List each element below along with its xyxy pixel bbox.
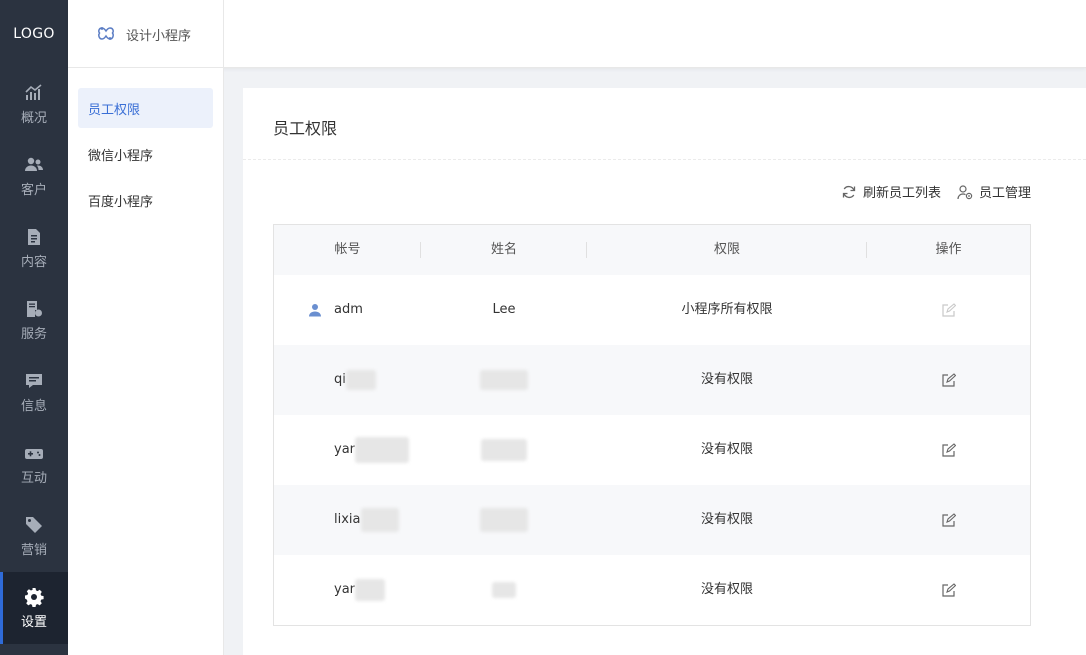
- edit-icon[interactable]: [941, 442, 956, 457]
- permission-cell: 没有权限: [700, 372, 753, 387]
- redacted-text: [355, 436, 410, 463]
- account-cell: qi: [334, 372, 346, 387]
- edit-icon[interactable]: [941, 512, 956, 527]
- nav-label: 概况: [20, 110, 47, 126]
- permission-cell: 小程序所有权限: [681, 302, 773, 317]
- table-row: yar 没有权限: [274, 415, 1030, 485]
- nav-item-customers[interactable]: 客户: [0, 140, 68, 212]
- gear-icon: [25, 587, 44, 607]
- toolbar: 刷新员工列表 员工管理: [841, 182, 1031, 201]
- tag-icon: [26, 516, 42, 533]
- miniprogram-icon: [98, 27, 114, 40]
- refresh-label: 刷新员工列表: [862, 186, 941, 201]
- permission-cell: 没有权限: [700, 582, 753, 597]
- column-header-account: 帐号: [274, 225, 421, 275]
- gamepad-icon: [25, 448, 43, 459]
- subnav-item-staff-permission[interactable]: 员工权限: [78, 88, 213, 128]
- redacted-text: [355, 578, 386, 601]
- chart-trend-icon: [25, 83, 42, 100]
- nav-item-overview[interactable]: 概况: [0, 68, 68, 140]
- account-cell: yar: [334, 582, 356, 597]
- column-header-permission: 权限: [587, 225, 867, 275]
- app-title: 设计小程序: [126, 28, 192, 44]
- service-icon: [27, 300, 42, 317]
- users-icon: [25, 157, 43, 171]
- nav-label: 信息: [20, 398, 47, 414]
- sub-sidebar: 员工权限 微信小程序 百度小程序: [68, 68, 224, 655]
- edit-icon[interactable]: [941, 372, 956, 387]
- page-title: 员工权限: [273, 119, 338, 138]
- message-icon: [26, 373, 42, 388]
- nav-item-content[interactable]: 内容: [0, 212, 68, 284]
- staff-table: 帐号 姓名 权限 操作 adm Lee 小程序所有权限 qi 没有权限 yar …: [273, 224, 1031, 626]
- table-row: adm Lee 小程序所有权限: [274, 275, 1030, 345]
- account-cell: lixia: [334, 512, 361, 527]
- user-settings-icon: [957, 184, 973, 199]
- logo: LOGO: [13, 26, 55, 42]
- table-row: lixia 没有权限: [274, 485, 1030, 555]
- manage-label: 员工管理: [978, 186, 1031, 201]
- nav-item-marketing[interactable]: 营销: [0, 500, 68, 572]
- table-row: yar 没有权限: [274, 555, 1030, 625]
- permission-cell: 没有权限: [700, 512, 753, 527]
- nav-label: 设置: [20, 614, 47, 630]
- edit-icon[interactable]: [941, 582, 956, 597]
- account-cell: adm: [334, 302, 363, 317]
- refresh-icon: [842, 185, 856, 198]
- nav-item-interaction[interactable]: 互动: [0, 428, 68, 500]
- name-cell: Lee: [492, 302, 516, 317]
- nav-label: 客户: [20, 182, 47, 198]
- admin-user-icon: [309, 304, 321, 317]
- redacted-text: [345, 369, 376, 390]
- main-nav: LOGO 概况 客户 内容 服务 信息 互动 营销 设置: [0, 0, 68, 655]
- nav-label: 互动: [20, 470, 47, 486]
- app-switcher[interactable]: 设计小程序: [68, 0, 224, 68]
- staff-manage-button[interactable]: 员工管理: [957, 182, 1031, 201]
- main-card: 员工权限 刷新员工列表 员工管理 帐号 姓名 权限 操作 adm Lee 小程序…: [243, 88, 1086, 655]
- document-icon: [28, 228, 40, 245]
- nav-label: 服务: [20, 326, 47, 342]
- account-cell: yar: [334, 442, 356, 457]
- nav-item-settings[interactable]: 设置: [0, 572, 68, 644]
- nav-label: 营销: [20, 542, 47, 558]
- nav-label: 内容: [20, 254, 47, 270]
- top-header: 设计小程序: [68, 0, 1086, 68]
- redacted-text: [480, 507, 528, 532]
- redacted-text: [492, 581, 516, 598]
- column-header-name: 姓名: [421, 225, 587, 275]
- table-header: 帐号 姓名 权限 操作: [274, 225, 1030, 275]
- subnav-item-wechat-miniprogram[interactable]: 微信小程序: [78, 134, 213, 174]
- table-row: qi 没有权限: [274, 345, 1030, 415]
- permission-cell: 没有权限: [700, 442, 753, 457]
- redacted-text: [360, 507, 399, 532]
- refresh-staff-list-button[interactable]: 刷新员工列表: [841, 182, 941, 201]
- column-header-actions: 操作: [935, 242, 962, 257]
- redacted-text: [480, 369, 528, 390]
- subnav-item-baidu-miniprogram[interactable]: 百度小程序: [78, 180, 213, 220]
- nav-item-messages[interactable]: 信息: [0, 356, 68, 428]
- nav-item-service[interactable]: 服务: [0, 284, 68, 356]
- edit-icon[interactable]: [941, 302, 956, 317]
- divider: [243, 159, 1086, 160]
- redacted-text: [481, 438, 527, 461]
